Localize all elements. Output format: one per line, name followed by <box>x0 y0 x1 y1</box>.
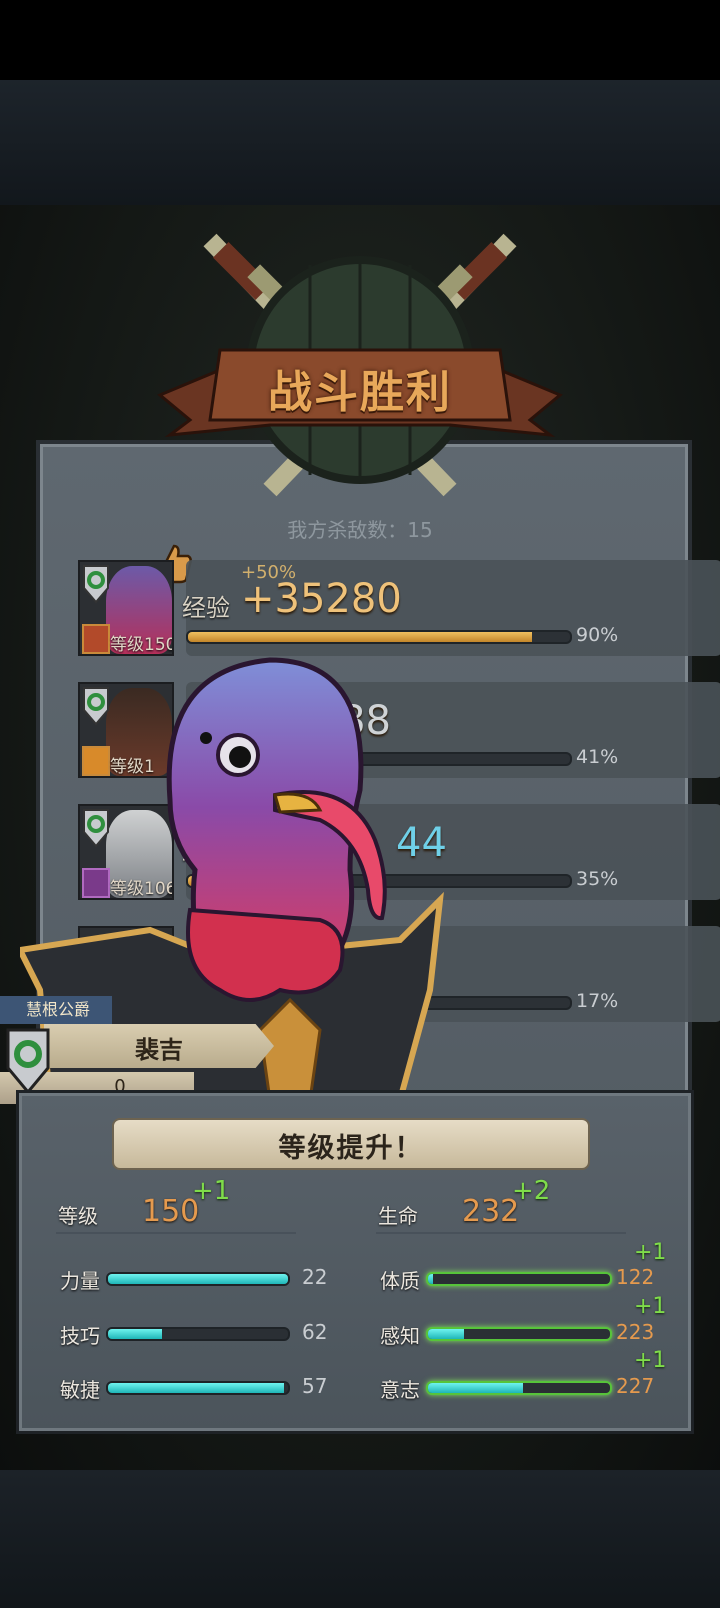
stat-agility-label: 敏捷 <box>60 1378 100 1402</box>
stat-skill-bar <box>106 1327 290 1341</box>
exp-progress-fill <box>188 632 532 642</box>
stat-will-value: 227 <box>616 1374 655 1398</box>
divider <box>56 1232 296 1234</box>
stat-perception-gain: +1 <box>634 1294 667 1319</box>
stat-perception-bar <box>426 1327 612 1341</box>
divider <box>376 1232 626 1234</box>
hero-title-tag: 慧根公爵 <box>0 996 112 1024</box>
level-value: 150 <box>142 1194 200 1229</box>
stat-constitution-label: 体质 <box>380 1269 420 1293</box>
stat-perception-label: 感知 <box>380 1324 420 1348</box>
dungeon-floor <box>0 1470 720 1608</box>
stat-skill-value: 62 <box>302 1320 328 1344</box>
stat-skill-label: 技巧 <box>60 1324 100 1348</box>
level-label: 等级 <box>58 1204 98 1228</box>
stat-bar-fill <box>108 1329 162 1339</box>
life-gain: +2 <box>512 1176 551 1206</box>
stat-perception-value: 223 <box>616 1320 655 1344</box>
exp-percent: 90% <box>576 624 619 646</box>
exp-percent: 41% <box>576 746 619 768</box>
stat-will-label: 意志 <box>380 1378 420 1402</box>
stat-will-gain: +1 <box>634 1348 667 1373</box>
level-gain: +1 <box>192 1176 231 1206</box>
stat-bar-fill <box>428 1274 434 1284</box>
exp-label: 经验 <box>182 594 230 622</box>
exp-progress-bar <box>186 630 572 644</box>
hero-portrait[interactable]: 等级150 <box>78 560 174 656</box>
exp-value: +35280 <box>241 576 402 622</box>
stat-bar-fill <box>108 1383 285 1393</box>
stat-agility-value: 57 <box>302 1374 328 1398</box>
stat-strength-label: 力量 <box>60 1269 100 1293</box>
shield-icon <box>6 1028 50 1094</box>
stat-constitution-value: 122 <box>616 1265 655 1289</box>
battle-result-screen: 战斗胜利 我方杀敌数：15 等级150 +50% 经验 +35280 90% 等… <box>0 0 720 1608</box>
stat-strength-bar <box>106 1272 290 1286</box>
stat-constitution-bar <box>426 1272 612 1286</box>
stat-constitution-gain: +1 <box>634 1240 667 1265</box>
stat-agility-bar <box>106 1381 290 1395</box>
life-value: 232 <box>462 1194 520 1229</box>
victory-title: 战斗胜利 <box>268 367 452 418</box>
kill-count: 我方杀敌数：15 <box>287 518 433 542</box>
level-up-title: 等级提升！ <box>278 1133 424 1164</box>
exp-percent: 17% <box>576 990 619 1012</box>
stat-will-bar <box>426 1381 612 1395</box>
dungeon-ceiling <box>0 80 720 205</box>
life-label: 生命 <box>378 1204 418 1228</box>
stat-bar-fill <box>428 1329 465 1339</box>
hero-name: 裴吉 <box>135 1036 183 1064</box>
shield-icon <box>83 565 109 604</box>
stat-bar-fill <box>108 1274 288 1284</box>
hero-row: 等级150 +50% 经验 +35280 90% <box>78 560 720 656</box>
status-bar <box>0 0 720 80</box>
stat-bar-fill <box>428 1383 523 1393</box>
exp-percent: 35% <box>576 868 619 890</box>
stat-strength-value: 22 <box>302 1265 328 1289</box>
